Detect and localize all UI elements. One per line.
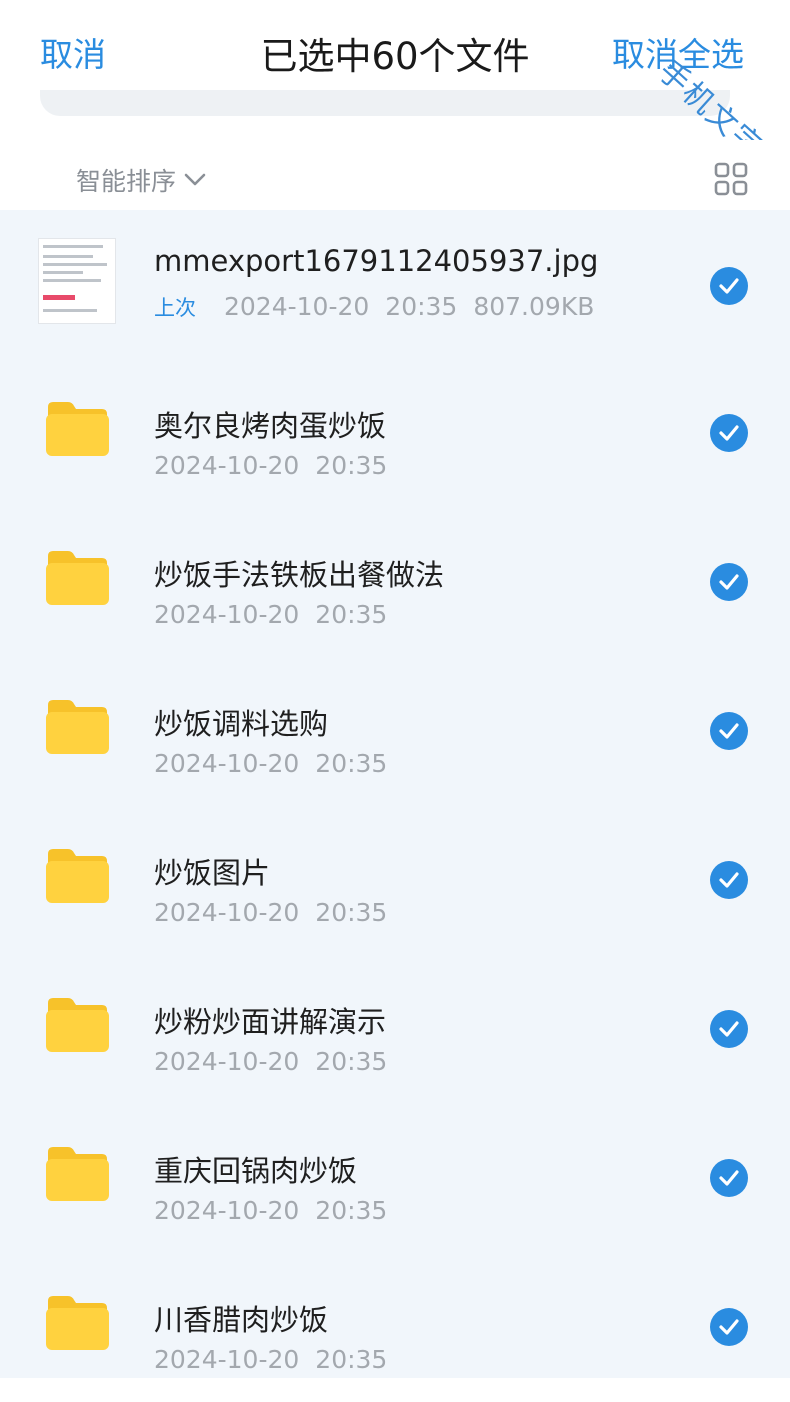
file-time: 20:35 — [315, 1196, 388, 1225]
selected-check-icon[interactable] — [710, 267, 748, 305]
file-date: 2024-10-20 — [154, 600, 300, 629]
selected-check-icon[interactable] — [710, 1010, 748, 1048]
file-list-item[interactable]: 炒饭手法铁板出餐做法 2024-10-20 20:35 — [0, 508, 790, 657]
file-meta: 2024-10-20 20:35 — [154, 898, 387, 927]
file-meta: 2024-10-20 20:35 — [154, 1047, 387, 1076]
folder-icon — [46, 1147, 109, 1201]
file-name: 川香腊肉炒饭 — [154, 1303, 329, 1337]
file-date: 2024-10-20 — [154, 1047, 300, 1076]
toolbar: 智能排序 — [0, 140, 790, 210]
file-time: 20:35 — [315, 600, 388, 629]
selected-check-icon[interactable] — [710, 712, 748, 750]
file-list-item[interactable]: 炒粉炒面讲解演示 2024-10-20 20:35 — [0, 955, 790, 1104]
file-list-item[interactable]: 炒饭图片 2024-10-20 20:35 — [0, 806, 790, 955]
file-list-item[interactable]: 重庆回锅肉炒饭 2024-10-20 20:35 — [0, 1104, 790, 1253]
folder-icon — [46, 402, 109, 456]
file-meta: 2024-10-20 20:35 — [154, 749, 387, 778]
folder-icon — [46, 849, 109, 903]
recent-tag: 上次 — [154, 296, 196, 320]
file-name: 重庆回锅肉炒饭 — [154, 1154, 358, 1188]
file-date: 2024-10-20 — [154, 749, 300, 778]
file-name: 炒粉炒面讲解演示 — [154, 1005, 387, 1039]
chevron-down-icon — [184, 173, 206, 186]
file-date: 2024-10-20 — [154, 451, 300, 480]
file-name: 炒饭调料选购 — [154, 707, 329, 741]
file-name: 奥尔良烤肉蛋炒饭 — [154, 409, 387, 443]
file-time: 20:35 — [385, 292, 458, 321]
selected-check-icon[interactable] — [710, 861, 748, 899]
file-name: 炒饭图片 — [154, 856, 271, 890]
folder-icon — [46, 551, 109, 605]
file-list-item[interactable]: 川香腊肉炒饭 2024-10-20 20:35 — [0, 1253, 790, 1402]
file-list-item[interactable]: 奥尔良烤肉蛋炒饭 2024-10-20 20:35 — [0, 359, 790, 508]
file-meta: 上次 2024-10-20 20:35 807.09KB — [154, 292, 594, 322]
folder-icon — [46, 700, 109, 754]
file-time: 20:35 — [315, 1345, 388, 1374]
file-list-item[interactable]: mmexport1679112405937.jpg 上次 2024-10-20 20:… — [0, 210, 790, 359]
search-bar[interactable] — [40, 90, 730, 116]
file-time: 20:35 — [315, 749, 388, 778]
file-date: 2024-10-20 — [154, 898, 300, 927]
selected-check-icon[interactable] — [710, 1159, 748, 1197]
file-list-item[interactable]: 炒饭调料选购 2024-10-20 20:35 — [0, 657, 790, 806]
file-meta: 2024-10-20 20:35 — [154, 1196, 387, 1225]
file-meta: 2024-10-20 20:35 — [154, 451, 387, 480]
sort-button[interactable]: 智能排序 — [76, 162, 206, 198]
file-meta: 2024-10-20 20:35 — [154, 1345, 387, 1374]
file-size: 807.09KB — [473, 292, 595, 321]
file-name: 炒饭手法铁板出餐做法 — [154, 558, 445, 592]
file-list: mmexport1679112405937.jpg 上次 2024-10-20 20:… — [0, 210, 790, 1378]
selected-check-icon[interactable] — [710, 1308, 748, 1346]
grid-view-icon[interactable] — [714, 162, 748, 196]
selected-check-icon[interactable] — [710, 414, 748, 452]
file-name: mmexport1679112405937.jpg — [154, 244, 599, 278]
selected-check-icon[interactable] — [710, 563, 748, 601]
file-date: 2024-10-20 — [224, 292, 370, 321]
folder-icon — [46, 1296, 109, 1350]
sort-label: 智能排序 — [76, 167, 177, 196]
file-time: 20:35 — [315, 898, 388, 927]
file-date: 2024-10-20 — [154, 1345, 300, 1374]
image-thumbnail — [38, 238, 116, 324]
folder-icon — [46, 998, 109, 1052]
file-time: 20:35 — [315, 451, 388, 480]
file-date: 2024-10-20 — [154, 1196, 300, 1225]
file-meta: 2024-10-20 20:35 — [154, 600, 387, 629]
file-time: 20:35 — [315, 1047, 388, 1076]
